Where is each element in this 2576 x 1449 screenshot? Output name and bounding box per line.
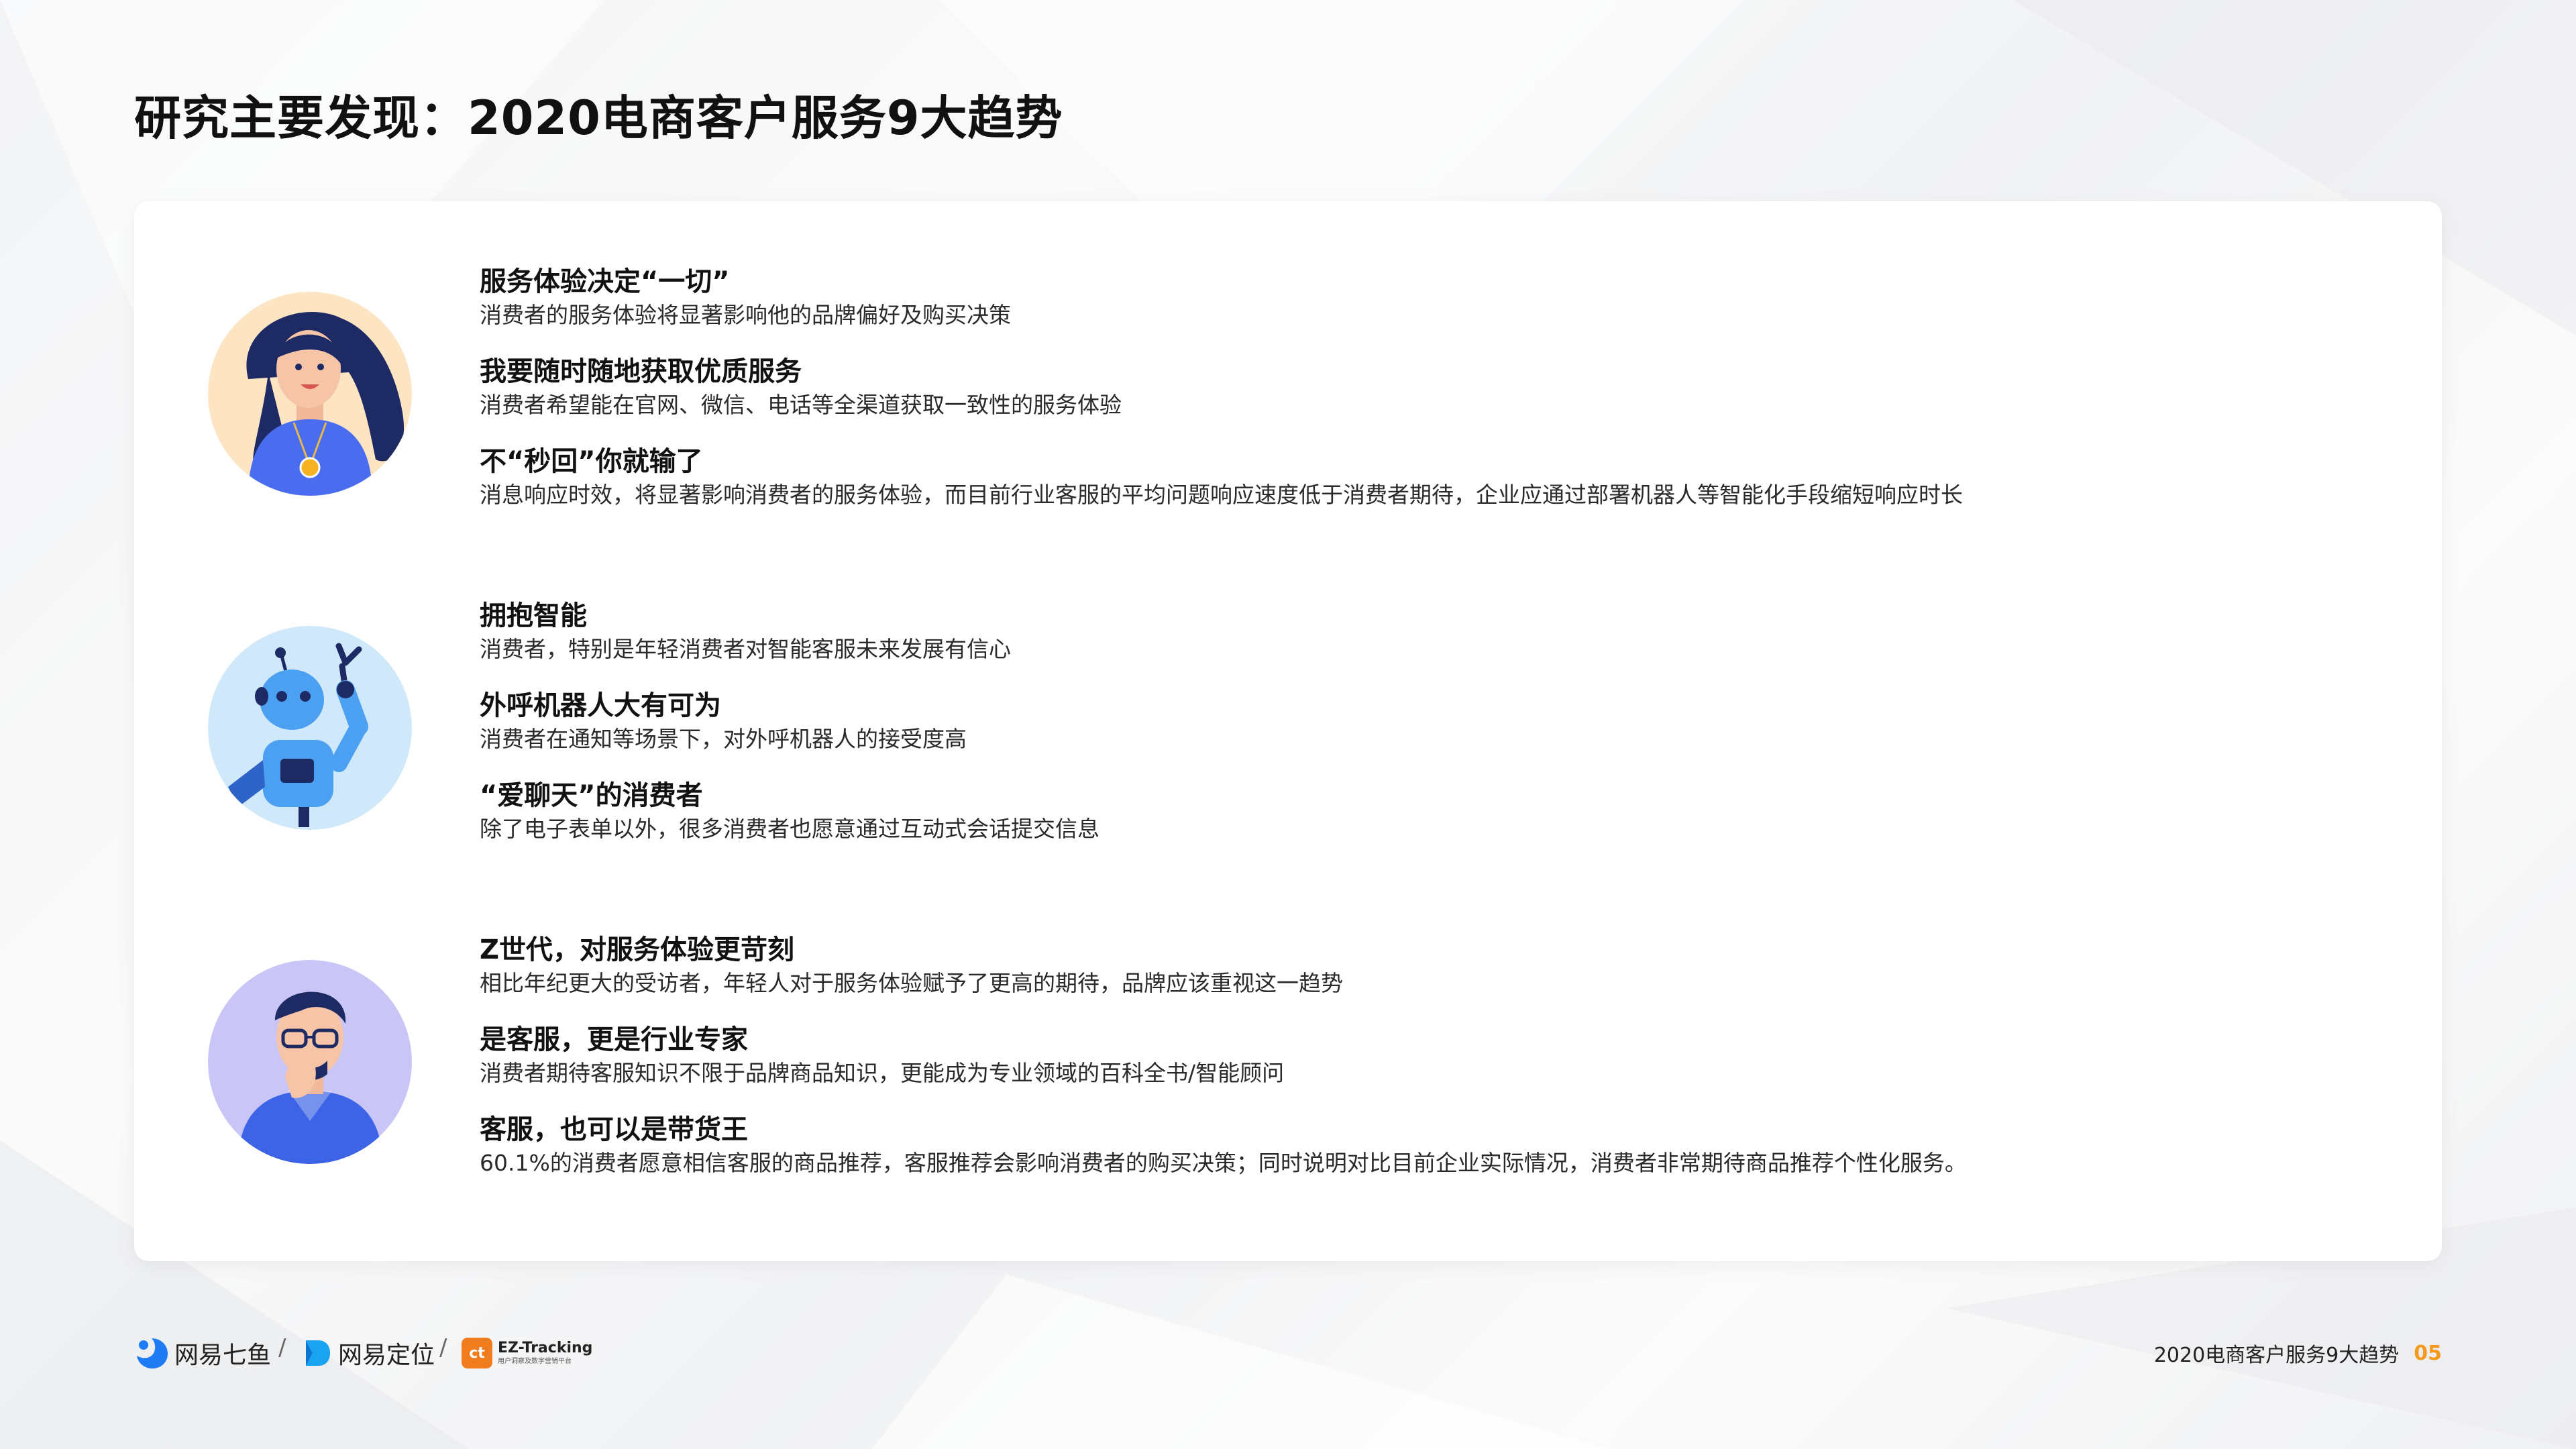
finding-desc: 相比年纪更大的受访者，年轻人对于服务体验赋予了更高的期待，品牌应该重视这一趋势 bbox=[480, 970, 1343, 996]
finding-item: “爱聊天”的消费者 除了电子表单以外，很多消费者也愿意通过互动式会话提交信息 bbox=[480, 779, 2358, 869]
finding-desc: 消费者的服务体验将显著影响他的品牌偏好及购买决策 bbox=[480, 302, 1011, 328]
finding-desc: 消息响应时效，将显著影响消费者的服务体验，而目前行业客服的平均问题响应速度低于消… bbox=[480, 482, 1963, 508]
brand-qiyu: 网易七鱼 bbox=[134, 1332, 271, 1375]
finding-title: 不“秒回”你就输了 bbox=[480, 446, 703, 477]
ez-tracking-label: EZ-Tracking bbox=[498, 1340, 593, 1356]
finding-title: Z世代，对服务体验更苛刻 bbox=[480, 934, 795, 965]
finding-desc: 消费者，特别是年轻消费者对智能客服未来发展有信心 bbox=[480, 636, 1011, 662]
finding-title: “爱聊天”的消费者 bbox=[480, 780, 703, 811]
finding-item: 不“秒回”你就输了 消息响应时效，将显著影响消费者的服务体验，而目前行业客服的平… bbox=[480, 445, 2358, 535]
findings-items-2: 拥抱智能 消费者，特别是年轻消费者对智能客服未来发展有信心 外呼机器人大有可为 … bbox=[480, 599, 2358, 869]
robot-avatar-icon bbox=[208, 626, 412, 830]
page-number: 05 bbox=[2414, 1341, 2442, 1365]
finding-desc: 除了电子表单以外，很多消费者也愿意通过互动式会话提交信息 bbox=[480, 816, 1099, 842]
dingwei-logo-icon bbox=[306, 1340, 330, 1366]
findings-items-1: 服务体验决定“一切” 消费者的服务体验将显著影响他的品牌偏好及购买决策 我要随时… bbox=[480, 265, 2358, 535]
finding-desc: 消费者在通知等场景下，对外呼机器人的接受度高 bbox=[480, 726, 967, 752]
ez-tracking-badge: ct bbox=[469, 1344, 485, 1362]
finding-desc: 消费者希望能在官网、微信、电话等全渠道获取一致性的服务体验 bbox=[480, 392, 1122, 418]
qiyu-logo-icon bbox=[137, 1338, 168, 1368]
ez-tracking-text: EZ-Tracking 用户洞察及数字营销平台 bbox=[498, 1340, 592, 1366]
finding-title: 外呼机器人大有可为 bbox=[480, 690, 721, 721]
finding-title: 服务体验决定“一切” bbox=[480, 266, 730, 297]
finding-item: 拥抱智能 消费者，特别是年轻消费者对智能客服未来发展有信心 bbox=[480, 599, 2358, 689]
brand-dingwei: 网易定位 bbox=[302, 1332, 435, 1375]
finding-item: 我要随时随地获取优质服务 消费者希望能在官网、微信、电话等全渠道获取一致性的服务… bbox=[480, 355, 2358, 445]
finding-title: 是客服，更是行业专家 bbox=[480, 1024, 748, 1055]
ez-tracking-logo-icon: ct bbox=[462, 1338, 492, 1368]
footer: 网易七鱼 / 网易定位 / ct EZ-Tracking 用户洞察及数字营销平台… bbox=[134, 1332, 2442, 1379]
brand-ez-tracking: ct EZ-Tracking 用户洞察及数字营销平台 bbox=[462, 1332, 592, 1375]
finding-item: 外呼机器人大有可为 消费者在通知等场景下，对外呼机器人的接受度高 bbox=[480, 689, 2358, 779]
finding-item: 是客服，更是行业专家 消费者期待客服知识不限于品牌商品知识，更能成为专业领域的百… bbox=[480, 1023, 2358, 1113]
brand-dingwei-label: 网易定位 bbox=[338, 1342, 435, 1369]
ez-tracking-tagline: 用户洞察及数字营销平台 bbox=[498, 1358, 572, 1365]
findings-card: 服务体验决定“一切” 消费者的服务体验将显著影响他的品牌偏好及购买决策 我要随时… bbox=[134, 201, 2442, 1261]
finding-item: Z世代，对服务体验更苛刻 相比年纪更大的受访者，年轻人对于服务体验赋予了更高的期… bbox=[480, 933, 2358, 1023]
brand-qiyu-label: 网易七鱼 bbox=[174, 1342, 272, 1369]
finding-desc: 消费者期待客服知识不限于品牌商品知识，更能成为专业领域的百科全书/智能顾问 bbox=[480, 1060, 1285, 1086]
finding-desc: 60.1%的消费者愿意相信客服的商品推荐，客服推荐会影响消费者的购买决策；同时说… bbox=[480, 1150, 1967, 1176]
findings-items-3: Z世代，对服务体验更苛刻 相比年纪更大的受访者，年轻人对于服务体验赋予了更高的期… bbox=[480, 933, 2358, 1203]
finding-title: 客服，也可以是带货王 bbox=[480, 1114, 748, 1145]
finding-item: 服务体验决定“一切” 消费者的服务体验将显著影响他的品牌偏好及购买决策 bbox=[480, 265, 2358, 355]
finding-title: 拥抱智能 bbox=[480, 600, 587, 631]
footer-separator: / bbox=[278, 1334, 286, 1361]
finding-title: 我要随时随地获取优质服务 bbox=[480, 356, 802, 387]
woman-avatar-icon bbox=[208, 292, 412, 496]
page-title: 研究主要发现：2020电商客户服务9大趋势 bbox=[134, 91, 1063, 146]
footer-doc-title: 2020电商客户服务9大趋势 bbox=[2153, 1344, 2400, 1367]
footer-right: 2020电商客户服务9大趋势 05 bbox=[2154, 1338, 2442, 1368]
footer-separator: / bbox=[439, 1334, 447, 1361]
man-avatar-icon bbox=[208, 960, 412, 1164]
finding-item: 客服，也可以是带货王 60.1%的消费者愿意相信客服的商品推荐，客服推荐会影响消… bbox=[480, 1113, 2358, 1203]
